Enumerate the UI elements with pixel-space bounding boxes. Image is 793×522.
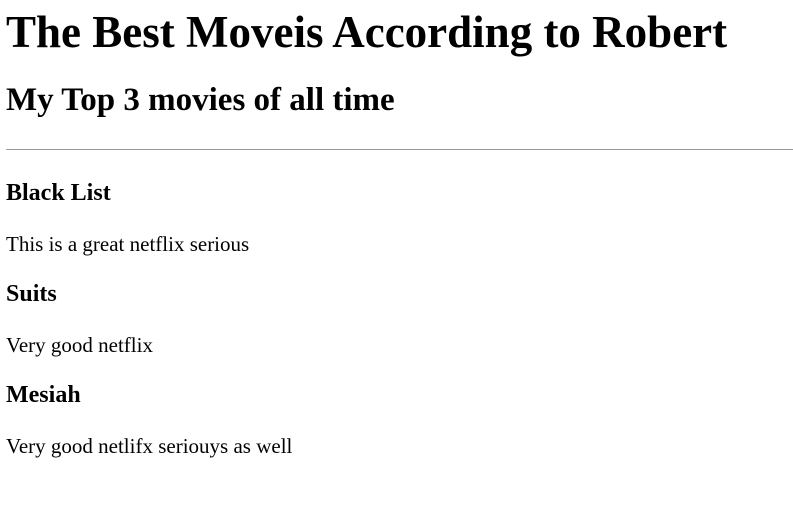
movie-title: Black List — [6, 180, 111, 206]
movie-title: Suits — [6, 281, 57, 307]
movie-description: Very good netlifx seriouys as well — [6, 434, 293, 458]
movie-title: Mesiah — [6, 382, 81, 408]
movie-item: Black List This is a great netflix serio… — [6, 177, 793, 257]
movie-item: Mesiah Very good netlifx seriouys as wel… — [6, 379, 793, 459]
movie-description: Very good netflix — [6, 333, 153, 357]
movie-description: This is a great netflix serious — [6, 232, 250, 256]
divider — [6, 149, 793, 150]
page-title: The Best Moveis According to Robert — [6, 7, 728, 57]
page-subtitle: My Top 3 movies of all time — [6, 82, 395, 118]
page-content: The Best Moveis According to Robert My T… — [0, 0, 793, 459]
movie-item: Suits Very good netflix — [6, 278, 793, 358]
